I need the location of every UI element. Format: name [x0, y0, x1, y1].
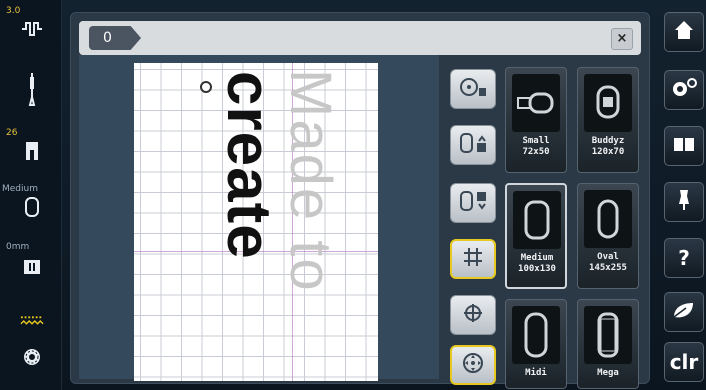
move-hoop-button[interactable]: [450, 69, 496, 109]
hoop-indicator-label: Medium: [2, 184, 38, 194]
hoop-icon: [20, 194, 44, 220]
home-button[interactable]: [664, 12, 704, 52]
needle-icon: [20, 70, 44, 110]
design-text-light: Made to: [278, 69, 343, 293]
hoop-grid[interactable]: Made to create: [134, 63, 378, 381]
needle-position-marker: [200, 81, 212, 93]
stitch-plate-label: 0mm: [6, 242, 30, 252]
medium-hoop-image: [513, 191, 561, 249]
gear-icon: [670, 77, 698, 104]
hoop-card-small-label: Small 72x50: [522, 136, 550, 157]
presser-foot-value: 26: [6, 128, 18, 138]
grid-toggle-button[interactable]: [450, 239, 496, 279]
hoop-card-buddyz[interactable]: Buddyz 120x70: [577, 67, 639, 173]
oval-hoop-image: [584, 190, 632, 248]
move-hoop-icon: [458, 76, 488, 103]
bobbin-icon: [20, 344, 44, 370]
hoop-card-buddyz-label: Buddyz 120x70: [591, 136, 625, 157]
virtual-positioning-icon: [461, 351, 485, 380]
hoop-up-button[interactable]: [450, 125, 496, 165]
mega-hoop-image: [584, 306, 632, 364]
hoop-card-mega-label: Mega: [597, 368, 619, 378]
home-icon: [673, 19, 695, 46]
hoop-card-oval[interactable]: Oval 145x255: [577, 183, 639, 289]
hoop-card-midi[interactable]: Midi: [505, 299, 567, 389]
top-bar: 0 ×: [79, 21, 641, 55]
tool-column: [447, 69, 499, 385]
book-icon: [672, 134, 696, 158]
thread-tension-icon: [20, 308, 44, 334]
creative-consultant-button[interactable]: [664, 182, 704, 222]
left-status-bar: 3.0 26 Medium 0mm: [0, 0, 62, 390]
hoop-card-oval-label: Oval 145x255: [589, 252, 627, 273]
dress-form-icon: [677, 188, 691, 217]
hoop-selection-grid: Small 72x50 Buddyz 120x70 Medium 100x130 Ov…: [505, 65, 643, 389]
hoop-card-medium-label: Medium 100x130: [518, 253, 556, 274]
hoop-card-small[interactable]: Small 72x50: [505, 67, 567, 173]
help-button[interactable]: ?: [664, 238, 704, 278]
presser-foot-icon: [20, 138, 44, 164]
embroidery-canvas-area: Made to create: [79, 55, 439, 381]
midi-hoop-image: [512, 306, 560, 364]
design-text-dark: create: [214, 71, 283, 260]
eco-mode-button[interactable]: [664, 292, 704, 332]
stitch-plate-icon: [20, 254, 44, 280]
close-button[interactable]: ×: [611, 28, 633, 50]
settings-button[interactable]: [664, 70, 704, 110]
stitch-length-value: 3.0: [6, 6, 21, 16]
hoop-up-icon: [458, 131, 488, 160]
selection-tag[interactable]: 0: [89, 26, 141, 50]
main-panel: 0 × Made to create Small 72x50 Buddyz 12…: [70, 12, 650, 389]
leaf-icon: [671, 299, 697, 326]
hoop-card-medium[interactable]: Medium 100x130: [505, 183, 567, 289]
crosshair-icon: [463, 303, 483, 328]
tutorial-button[interactable]: [664, 126, 704, 166]
stitch-icon: [20, 16, 44, 42]
center-crosshair-button[interactable]: [450, 295, 496, 335]
small-hoop-image: [512, 74, 560, 132]
hoop-down-button[interactable]: [450, 183, 496, 223]
clear-button[interactable]: clr: [664, 342, 704, 382]
hoop-card-mega[interactable]: Mega: [577, 299, 639, 389]
right-nav-bar: ? clr: [660, 0, 706, 390]
grid-icon: [463, 247, 483, 272]
virtual-positioning-button[interactable]: [450, 345, 496, 385]
hoop-card-midi-label: Midi: [525, 368, 547, 378]
screen: 3.0 26 Medium 0mm 0 × Made to create Sma…: [0, 0, 706, 390]
hoop-down-icon: [458, 189, 488, 218]
buddyz-hoop-image: [584, 74, 632, 132]
